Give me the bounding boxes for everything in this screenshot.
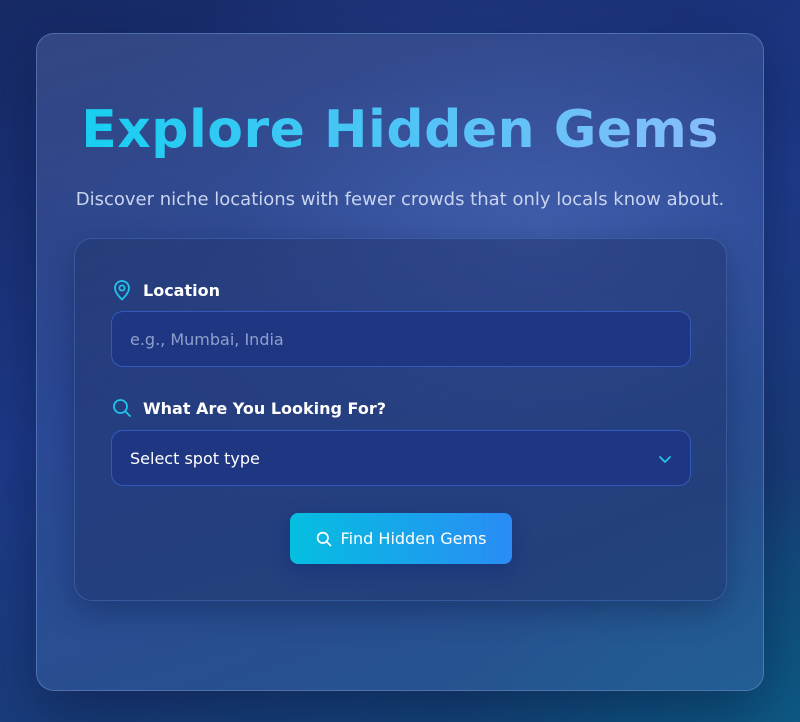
location-input[interactable] bbox=[130, 329, 672, 349]
find-button-label: Find Hidden Gems bbox=[340, 529, 487, 548]
find-hidden-gems-button[interactable]: Find Hidden Gems bbox=[290, 513, 512, 564]
chevron-down-icon bbox=[658, 449, 672, 468]
location-field[interactable] bbox=[111, 311, 691, 367]
search-icon bbox=[111, 397, 133, 419]
spot-type-label-text: What Are You Looking For? bbox=[143, 398, 386, 418]
location-label-text: Location bbox=[143, 280, 220, 300]
spot-type-select[interactable]: Select spot type bbox=[111, 430, 691, 486]
location-label: Location bbox=[111, 279, 220, 301]
spot-type-selected-value: Select spot type bbox=[130, 448, 260, 468]
page-subtitle: Discover niche locations with fewer crow… bbox=[75, 189, 725, 210]
spot-type-label: What Are You Looking For? bbox=[111, 397, 386, 419]
search-form: Location What Are You Looking For? Selec… bbox=[74, 238, 727, 601]
search-card: Explore Hidden Gems Discover niche locat… bbox=[36, 33, 764, 691]
page-title: Explore Hidden Gems bbox=[37, 100, 763, 160]
map-pin-icon bbox=[111, 279, 133, 301]
search-icon bbox=[316, 531, 332, 547]
